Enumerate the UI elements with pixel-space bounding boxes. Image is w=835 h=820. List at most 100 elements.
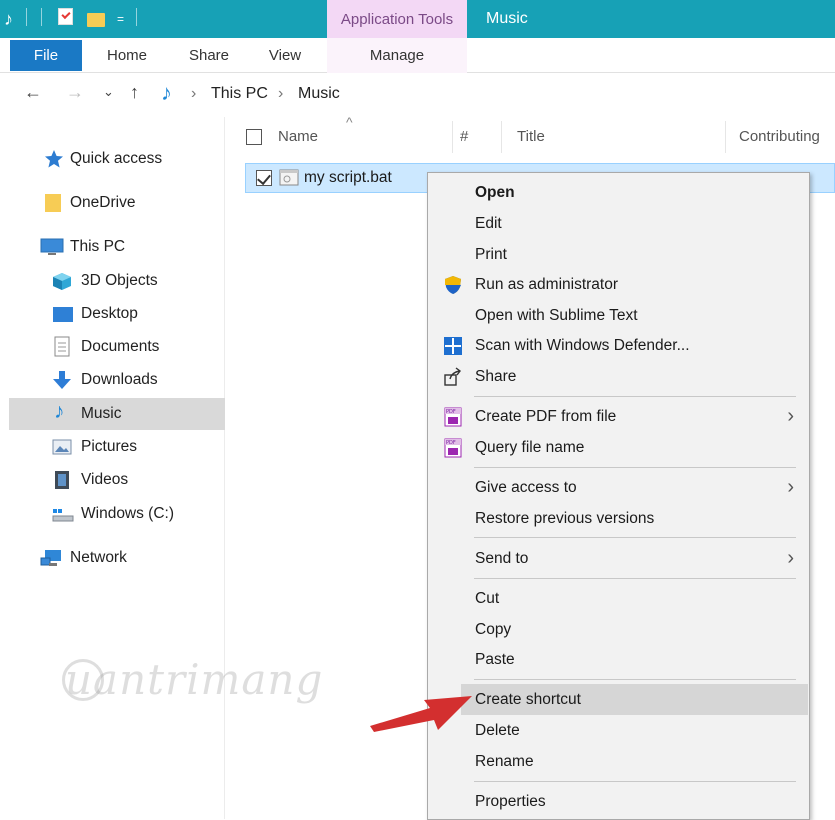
submenu-arrow-icon: ›: [787, 405, 794, 427]
svg-text:PDF: PDF: [446, 440, 456, 446]
menu-item-label: Send to: [475, 549, 529, 567]
sidebar-item-videos[interactable]: Videos: [0, 464, 225, 496]
sidebar-item-3d-objects[interactable]: 3D Objects: [0, 265, 225, 297]
menu-item-send-to[interactable]: Send to ›: [429, 543, 808, 574]
menu-item-label: Query file name: [475, 438, 585, 456]
menu-item-paste[interactable]: Paste: [429, 644, 808, 675]
menu-item-label: Scan with Windows Defender...: [475, 336, 690, 354]
menu-item-label: Print: [475, 245, 507, 263]
sidebar-item-onedrive[interactable]: OneDrive: [0, 187, 225, 219]
back-button[interactable]: ←: [24, 82, 42, 103]
sidebar-item-music[interactable]: ♪ Music: [9, 398, 225, 430]
submenu-arrow-icon: ›: [787, 547, 794, 569]
tab-manage[interactable]: Manage: [327, 38, 467, 73]
menu-item-label: Copy: [475, 620, 512, 638]
submenu-arrow-icon: ›: [787, 476, 794, 498]
music-location-icon: ♪: [161, 80, 172, 105]
up-button[interactable]: ↑: [130, 82, 139, 103]
menu-item-print[interactable]: Print: [429, 239, 808, 270]
column-divider[interactable]: [501, 121, 502, 153]
sidebar-item-label: Windows (C:): [81, 505, 175, 522]
sidebar-item-desktop[interactable]: Desktop: [0, 298, 225, 330]
menu-item-delete[interactable]: Delete: [429, 715, 808, 746]
menu-item-label: Run as administrator: [475, 275, 619, 293]
application-tools-tab[interactable]: Application Tools: [327, 0, 467, 38]
column-divider[interactable]: [452, 121, 453, 153]
file-list-header: ^ Name # Title Contributing: [225, 114, 835, 157]
customize-quick-access-dropdown[interactable]: =: [117, 8, 124, 30]
menu-item-label: Create PDF from file: [475, 407, 617, 425]
download-icon: [53, 371, 71, 389]
column-header-name[interactable]: Name: [278, 128, 318, 145]
menu-item-rename[interactable]: Rename: [429, 746, 808, 777]
menu-item-label: Cut: [475, 589, 500, 607]
recent-locations-button[interactable]: ⌄: [103, 84, 114, 100]
menu-item-edit[interactable]: Edit: [429, 208, 808, 239]
column-divider[interactable]: [725, 121, 726, 153]
sidebar-item-label: Pictures: [81, 438, 137, 455]
cube-icon: [53, 273, 71, 290]
menu-item-properties[interactable]: Properties: [429, 786, 808, 817]
menu-item-run-as-administrator[interactable]: Run as administrator: [429, 269, 808, 300]
ribbon-tab-bar: File Home Share View Manage: [0, 38, 835, 73]
select-all-checkbox[interactable]: [246, 129, 262, 145]
sidebar-item-this-pc[interactable]: This PC: [0, 231, 225, 263]
breadcrumb-music[interactable]: Music: [298, 85, 340, 103]
sidebar-item-label: Documents: [81, 338, 160, 355]
pdf-icon: PDF: [444, 438, 462, 457]
menu-item-label: Paste: [475, 650, 515, 668]
svg-text:PDF: PDF: [446, 409, 456, 415]
menu-item-query-file-name[interactable]: PDF Query file name: [429, 432, 808, 463]
menu-separator: [474, 537, 796, 538]
menu-item-label: Open: [475, 183, 515, 201]
menu-item-copy[interactable]: Copy: [429, 614, 808, 645]
column-header-title[interactable]: Title: [517, 128, 545, 145]
menu-item-share[interactable]: Share: [429, 361, 808, 392]
menu-separator: [474, 679, 796, 680]
menu-item-label: Restore previous versions: [475, 509, 655, 527]
column-header-contributing[interactable]: Contributing: [739, 128, 820, 145]
sidebar-item-quick-access[interactable]: Quick access: [0, 143, 225, 175]
menu-item-give-access-to[interactable]: Give access to ›: [429, 472, 808, 503]
column-header-number[interactable]: #: [460, 128, 468, 145]
menu-item-create-shortcut[interactable]: Create shortcut: [461, 684, 808, 715]
menu-item-label: Create shortcut: [475, 690, 581, 708]
sidebar-item-label: Network: [70, 549, 127, 566]
sidebar-item-label: 3D Objects: [81, 272, 158, 289]
sidebar-item-downloads[interactable]: Downloads: [0, 364, 225, 396]
sidebar-item-pictures[interactable]: Pictures: [0, 431, 225, 463]
app-music-icon: ♪: [4, 8, 13, 29]
batch-file-icon: [279, 169, 299, 186]
menu-item-open[interactable]: Open: [429, 177, 808, 208]
file-name: my script.bat: [304, 169, 392, 186]
menu-item-open-with-sublime-text[interactable]: Open with Sublime Text: [429, 300, 808, 331]
tab-share[interactable]: Share: [178, 38, 240, 73]
shield-icon: [445, 275, 461, 294]
sidebar-item-label: Desktop: [81, 305, 138, 322]
sidebar-item-label: This PC: [70, 238, 126, 255]
menu-item-create-pdf-from-file[interactable]: PDF Create PDF from file ›: [429, 401, 808, 432]
sidebar-item-label: OneDrive: [70, 194, 136, 211]
red-pointer-arrow-icon: [370, 696, 472, 732]
menu-item-label: Share: [475, 367, 517, 385]
menu-item-scan-with-defender[interactable]: Scan with Windows Defender...: [429, 330, 808, 361]
sidebar-item-label: Music: [81, 405, 122, 422]
menu-item-cut[interactable]: Cut: [429, 583, 808, 614]
tab-view[interactable]: View: [256, 38, 314, 73]
context-menu: Open Edit Print Run as administrator Ope…: [427, 172, 810, 820]
file-row-checkbox[interactable]: [256, 170, 272, 186]
menu-item-label: Properties: [475, 792, 546, 810]
desktop-icon: [53, 307, 73, 322]
breadcrumb-separator[interactable]: ›: [278, 85, 283, 103]
sidebar-item-network[interactable]: Network: [0, 542, 225, 574]
menu-item-restore-previous-versions[interactable]: Restore previous versions: [429, 503, 808, 534]
forward-button[interactable]: →: [66, 82, 84, 103]
properties-checkmark-icon[interactable]: [58, 8, 73, 25]
breadcrumb-this-pc[interactable]: This PC: [211, 85, 268, 103]
sidebar-item-documents[interactable]: Documents: [0, 331, 225, 363]
tab-file[interactable]: File: [10, 40, 82, 71]
sidebar-item-windows-c[interactable]: Windows (C:): [0, 498, 225, 530]
breadcrumb-separator[interactable]: ›: [191, 85, 196, 103]
new-folder-icon[interactable]: [87, 13, 105, 27]
tab-home[interactable]: Home: [96, 38, 158, 73]
